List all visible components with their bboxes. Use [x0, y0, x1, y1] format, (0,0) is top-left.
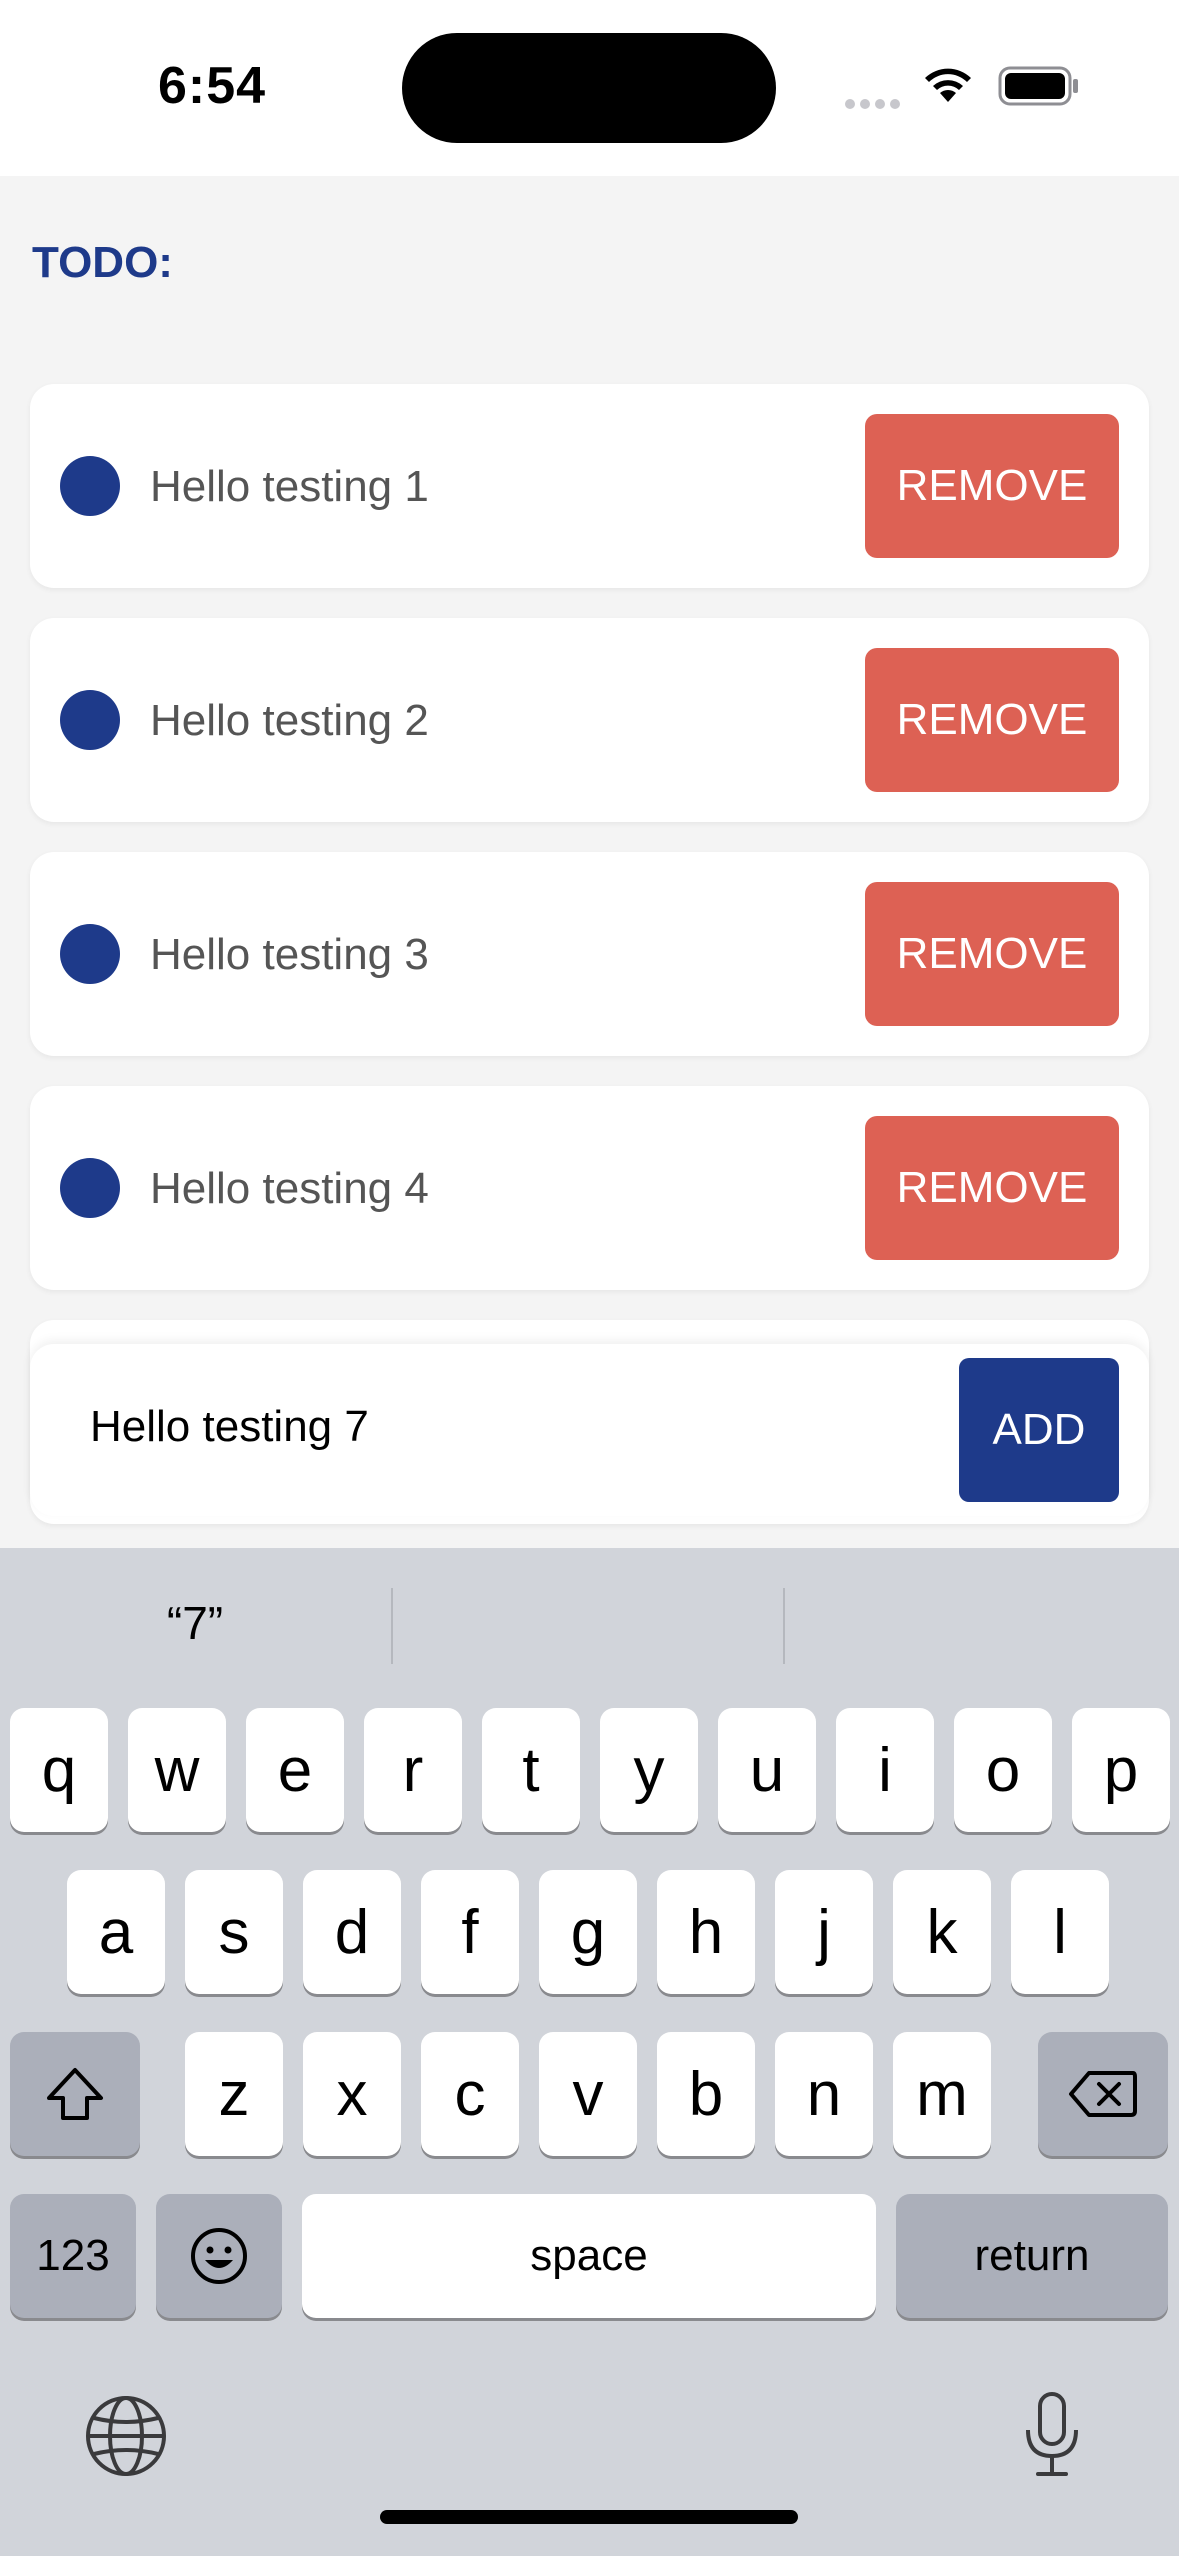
key-c[interactable]: c: [421, 2032, 519, 2156]
status-bar: 6:54: [0, 0, 1179, 176]
bullet-icon: [60, 924, 120, 984]
shift-key[interactable]: [10, 2032, 140, 2156]
emoji-key[interactable]: [156, 2194, 282, 2318]
suggestion-divider: [783, 1588, 785, 1664]
suggestion-item[interactable]: “7”: [0, 1596, 390, 1650]
key-l[interactable]: l: [1011, 1870, 1109, 1994]
todo-item: Hello testing 4 REMOVE: [30, 1086, 1149, 1290]
microphone-icon[interactable]: [1020, 2390, 1084, 2480]
globe-icon[interactable]: [84, 2394, 168, 2478]
bullet-icon: [60, 1158, 120, 1218]
page-title: TODO:: [32, 238, 173, 287]
key-g[interactable]: g: [539, 1870, 637, 1994]
key-t[interactable]: t: [482, 1708, 580, 1832]
key-b[interactable]: b: [657, 2032, 755, 2156]
key-d[interactable]: d: [303, 1870, 401, 1994]
key-f[interactable]: f: [421, 1870, 519, 1994]
key-o[interactable]: o: [954, 1708, 1052, 1832]
numbers-key[interactable]: 123: [10, 2194, 136, 2318]
remove-button[interactable]: REMOVE: [865, 882, 1119, 1026]
todo-text: Hello testing 4: [150, 1164, 429, 1213]
key-v[interactable]: v: [539, 2032, 637, 2156]
key-k[interactable]: k: [893, 1870, 991, 1994]
status-time: 6:54: [158, 57, 267, 115]
todo-text: Hello testing 2: [150, 696, 429, 745]
keyboard: “7” q w e r t y u i o p a s d f g h j k …: [0, 1548, 1179, 2556]
suggestion-divider: [391, 1588, 393, 1664]
delete-key[interactable]: [1038, 2032, 1168, 2156]
key-w[interactable]: w: [128, 1708, 226, 1832]
dynamic-island: [402, 33, 776, 143]
key-m[interactable]: m: [893, 2032, 991, 2156]
todo-text: Hello testing 3: [150, 930, 429, 979]
return-key[interactable]: return: [896, 2194, 1168, 2318]
key-r[interactable]: r: [364, 1708, 462, 1832]
key-x[interactable]: x: [303, 2032, 401, 2156]
bullet-icon: [60, 690, 120, 750]
todo-text: Hello testing 1: [150, 462, 429, 511]
key-s[interactable]: s: [185, 1870, 283, 1994]
key-n[interactable]: n: [775, 2032, 873, 2156]
todo-screen: TODO: Hello testing 1 REMOVE Hello testi…: [0, 176, 1179, 1548]
shift-icon: [47, 2068, 103, 2120]
key-z[interactable]: z: [185, 2032, 283, 2156]
remove-button[interactable]: REMOVE: [865, 648, 1119, 792]
suggestion-bar: “7”: [0, 1548, 1179, 1698]
delete-icon: [1069, 2071, 1137, 2117]
add-button[interactable]: ADD: [959, 1358, 1119, 1502]
key-h[interactable]: h: [657, 1870, 755, 1994]
key-u[interactable]: u: [718, 1708, 816, 1832]
add-todo-bar: Hello testing 7 ADD: [30, 1344, 1149, 1516]
signal-icon: [845, 96, 905, 114]
key-j[interactable]: j: [775, 1870, 873, 1994]
emoji-icon: [191, 2228, 247, 2284]
remove-button[interactable]: REMOVE: [865, 1116, 1119, 1260]
key-q[interactable]: q: [10, 1708, 108, 1832]
key-i[interactable]: i: [836, 1708, 934, 1832]
todo-item: Hello testing 1 REMOVE: [30, 384, 1149, 588]
remove-button[interactable]: REMOVE: [865, 414, 1119, 558]
key-p[interactable]: p: [1072, 1708, 1170, 1832]
space-key[interactable]: space: [302, 2194, 876, 2318]
key-e[interactable]: e: [246, 1708, 344, 1832]
battery-icon: [998, 66, 1078, 106]
bullet-icon: [60, 456, 120, 516]
wifi-icon: [925, 68, 971, 102]
todo-input[interactable]: Hello testing 7: [90, 1402, 369, 1452]
home-indicator[interactable]: [380, 2510, 798, 2524]
todo-item: Hello testing 2 REMOVE: [30, 618, 1149, 822]
key-a[interactable]: a: [67, 1870, 165, 1994]
todo-item: Hello testing 3 REMOVE: [30, 852, 1149, 1056]
key-y[interactable]: y: [600, 1708, 698, 1832]
